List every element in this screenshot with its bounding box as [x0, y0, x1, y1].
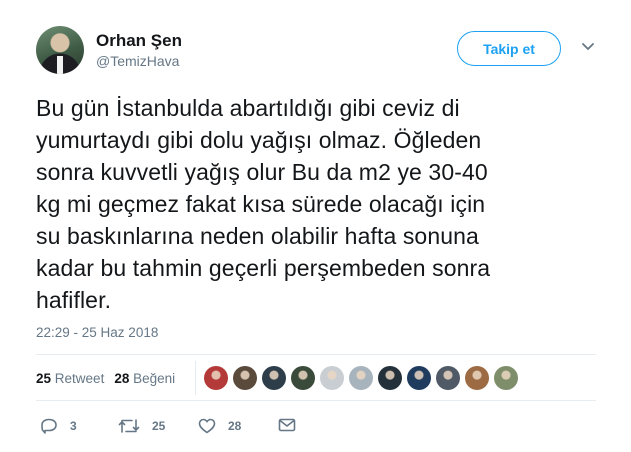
liker-avatars	[204, 366, 518, 390]
like-count: 28	[228, 419, 242, 433]
tweet-line: hafifler.	[36, 287, 112, 313]
retweet-count: 25	[152, 419, 166, 433]
chevron-down-icon[interactable]	[581, 42, 595, 52]
user-handle[interactable]: @TemizHava	[96, 53, 179, 69]
action-bar: 3 25 28	[0, 418, 631, 434]
tweet-line: Bu gün İstanbulda abartıldığı gibi ceviz…	[36, 95, 460, 121]
tweet-line: kadar bu tahmin geçerli perşembeden sonr…	[36, 255, 491, 281]
liker-avatar[interactable]	[320, 366, 344, 390]
retweet-stat-label: Retweet	[54, 371, 105, 386]
like-stat-count: 28	[114, 371, 130, 386]
reply-icon	[41, 418, 57, 434]
divider	[36, 354, 596, 355]
liker-avatar[interactable]	[262, 366, 286, 390]
like-stat-label: Beğeni	[133, 371, 176, 386]
tweet-line: sonra kuvvetli yağış olur Bu da m2 ye 30…	[36, 159, 488, 185]
liker-avatar[interactable]	[204, 366, 228, 390]
liker-avatar[interactable]	[349, 366, 373, 390]
heart-icon	[198, 418, 216, 434]
liker-avatar[interactable]	[465, 366, 489, 390]
direct-message-button[interactable]	[278, 418, 296, 432]
user-name[interactable]: Orhan Şen	[96, 31, 182, 51]
liker-avatar[interactable]	[233, 366, 257, 390]
liker-avatar[interactable]	[407, 366, 431, 390]
envelope-icon	[278, 418, 296, 432]
stats-separator	[195, 361, 196, 395]
liker-avatar[interactable]	[378, 366, 402, 390]
tweet-line: kg mi geçmez fakat kısa sürede olacağı i…	[36, 191, 486, 217]
tweet-line: su baskınlarına neden olabilir hafta son…	[36, 223, 479, 249]
reply-button[interactable]: 3	[40, 418, 77, 434]
reply-count: 3	[70, 419, 77, 433]
retweet-icon	[118, 419, 140, 433]
tweet-stats: 25 Retweet 28 Beğeni	[36, 371, 175, 386]
like-button[interactable]: 28	[198, 418, 241, 434]
avatar[interactable]	[36, 26, 84, 74]
tweet-line: yumurtaydı gibi dolu yağışı olmaz. Öğled…	[36, 127, 482, 153]
retweet-button[interactable]: 25	[118, 418, 165, 434]
tweet-timestamp[interactable]: 22:29 - 25 Haz 2018	[36, 325, 158, 340]
retweet-stat[interactable]: 25 Retweet	[36, 371, 104, 386]
retweet-stat-count: 25	[36, 371, 52, 386]
like-stat[interactable]: 28 Beğeni	[114, 371, 175, 386]
liker-avatar[interactable]	[436, 366, 460, 390]
liker-avatar[interactable]	[291, 366, 315, 390]
tweet-text: Bu gün İstanbulda abartıldığı gibi ceviz…	[36, 92, 606, 316]
follow-button[interactable]: Takip et	[457, 31, 561, 66]
divider	[36, 400, 596, 401]
liker-avatar[interactable]	[494, 366, 518, 390]
